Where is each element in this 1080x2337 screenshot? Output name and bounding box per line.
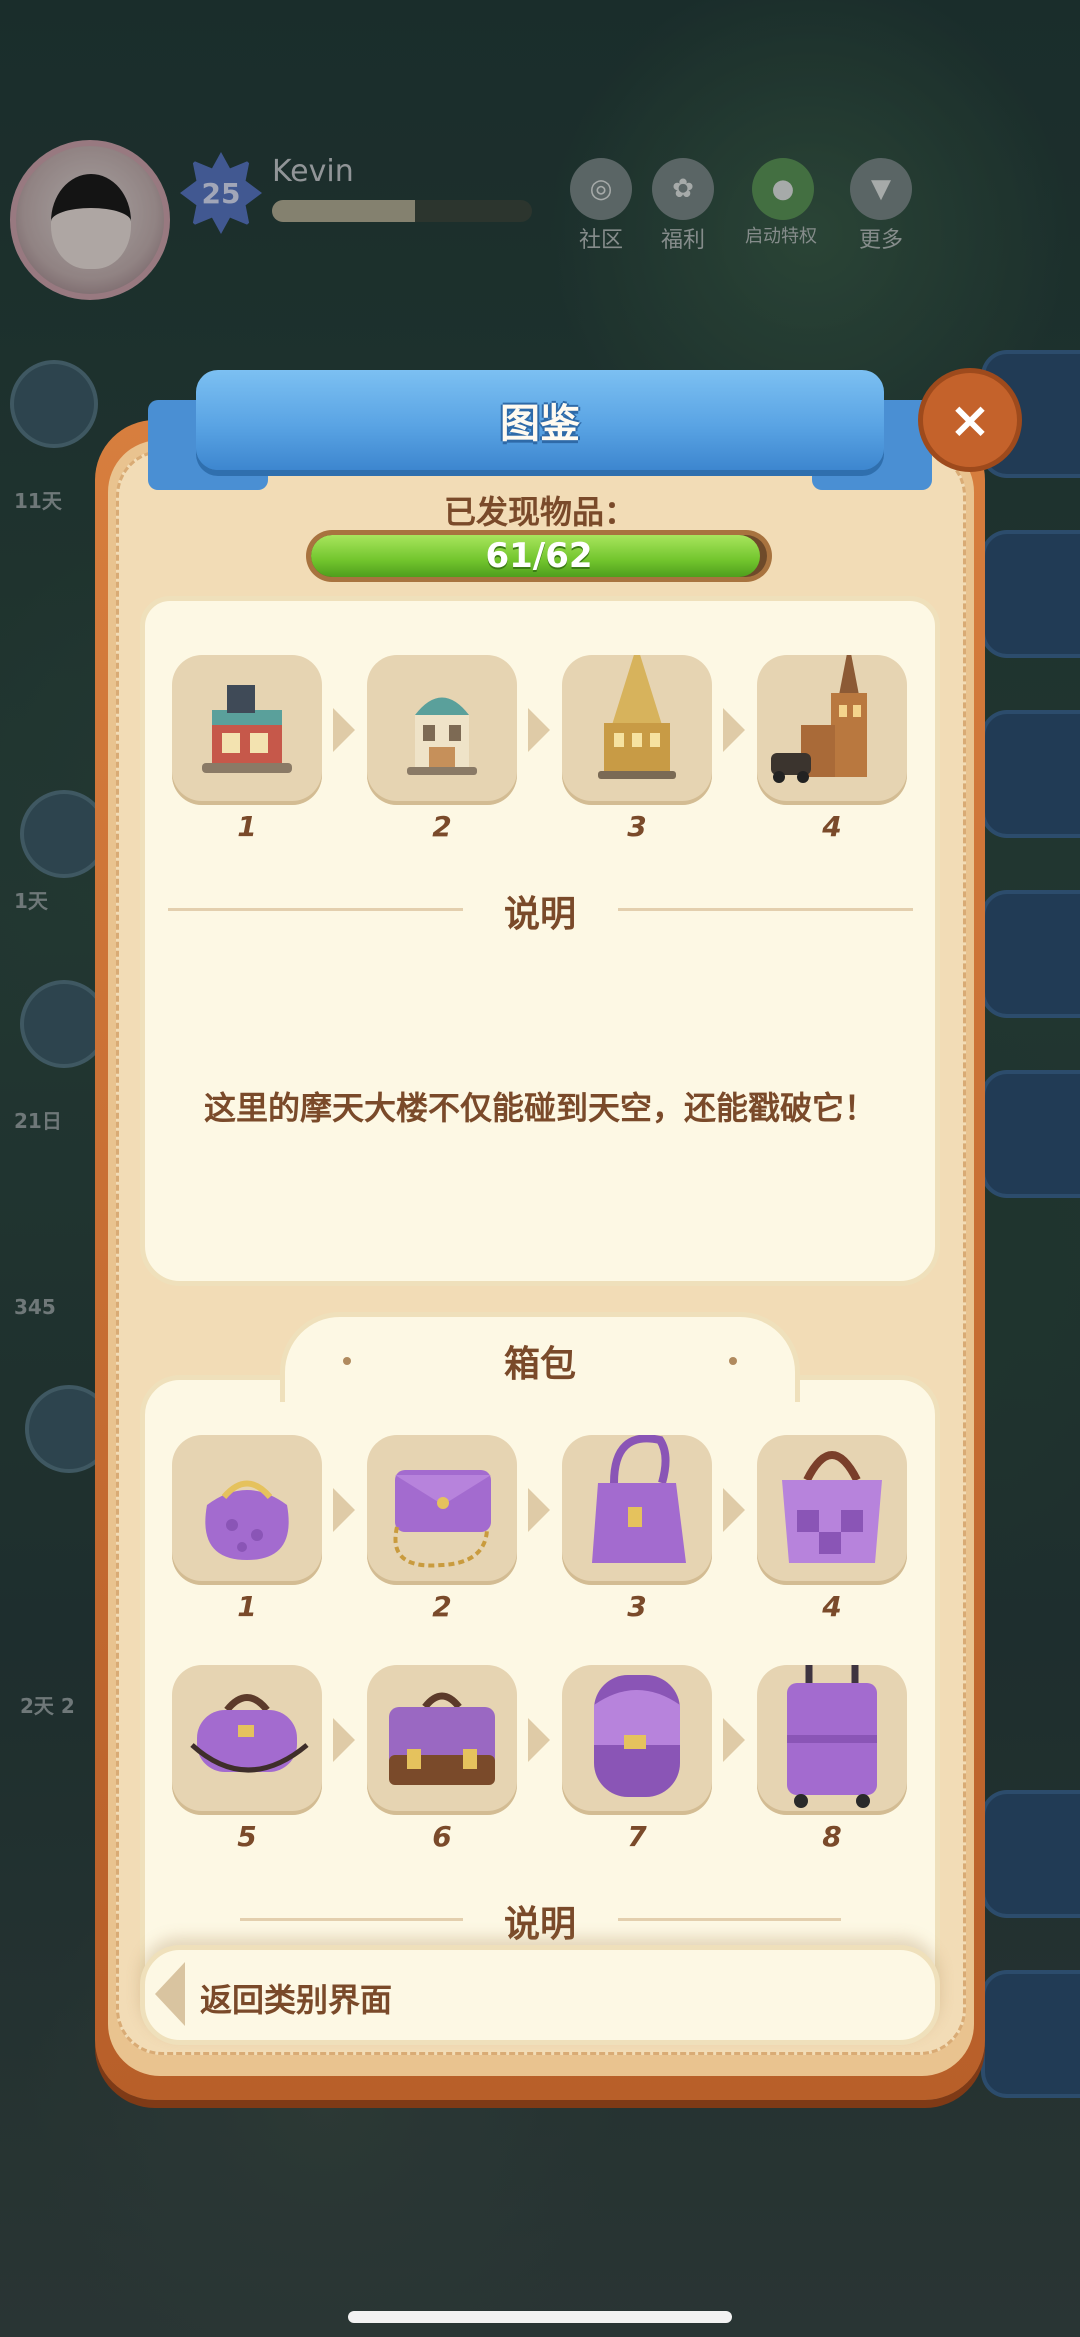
home-indicator[interactable] [348,2311,732,2323]
bag-item-6[interactable] [367,1665,517,1815]
chain-arrow [723,1718,745,1762]
suitcase-icon [787,1665,877,1808]
chain-arrow [333,708,355,752]
dialog-title: 图鉴 [500,401,580,447]
bag-number-4: 4 [822,1590,842,1623]
bag-number-5: 5 [237,1820,257,1853]
building-item-2[interactable] [367,655,517,805]
building-item-4[interactable] [757,655,907,805]
description-heading: 说明 [503,894,576,935]
bag-item-4[interactable] [757,1435,907,1585]
shop-building-icon [202,685,292,773]
clutch-bag-icon [393,1470,491,1568]
handbag-icon [592,1435,686,1563]
chain-arrow [723,708,745,752]
bag-number-2: 2 [432,1590,452,1623]
building-number-1: 1 [237,810,257,843]
title-ribbon: 图鉴 [196,370,884,470]
chain-arrow [528,1488,550,1532]
bag-item-3[interactable] [562,1435,712,1585]
building-item-3[interactable] [562,655,712,805]
chain-arrow [723,1488,745,1532]
found-items-label: 已发现物品： [443,493,636,531]
bag-item-1[interactable] [172,1435,322,1585]
bag-item-8[interactable] [757,1665,907,1815]
bag-number-1: 1 [237,1590,257,1623]
progress-text: 61/62 [485,536,593,576]
bag-number-7: 7 [627,1820,647,1853]
building-number-4: 4 [822,810,842,843]
discovery-progress-bar: 61/62 [306,530,772,582]
chain-arrow [333,1718,355,1762]
building-number-3: 3 [627,810,647,843]
bags-description-heading: 说明 [503,1904,576,1945]
description-text: 这里的摩天大楼不仅能碰到天空，还能戳破它！ [203,1089,876,1127]
bag-number-6: 6 [432,1820,452,1853]
close-button[interactable]: × [918,368,1022,472]
duffel-bag-icon [190,1694,309,1773]
building-item-1[interactable] [172,655,322,805]
bag-number-3: 3 [627,1590,647,1623]
progress-track: 61/62 [311,535,767,577]
tote-bag-icon [782,1451,882,1563]
briefcase-icon [389,1692,495,1785]
chain-arrow [333,1488,355,1532]
backpack-icon [594,1675,680,1797]
bag-number-8: 8 [822,1820,842,1853]
chain-arrow [528,1718,550,1762]
skyscraper-icon [771,655,867,783]
bags-section-title: 箱包 [503,1344,576,1385]
domed-building-icon [407,697,477,775]
chain-arrow [528,708,550,752]
bag-item-5[interactable] [172,1665,322,1815]
bag-item-7[interactable] [562,1665,712,1815]
golden-tower-icon [598,655,676,779]
back-to-categories-label: 返回类别界面 [200,1981,393,2019]
building-number-2: 2 [432,810,452,843]
coin-purse-icon [205,1480,289,1560]
bag-item-2[interactable] [367,1435,517,1585]
